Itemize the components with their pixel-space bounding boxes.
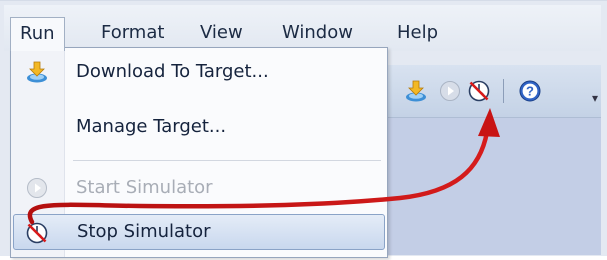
run-menu-dropdown: Download To Target... Manage Target... S… <box>10 47 388 258</box>
workspace-area <box>388 118 601 255</box>
menu-help-label: Help <box>397 22 439 43</box>
download-icon[interactable] <box>404 79 428 103</box>
menu-run-label: Run <box>20 23 55 44</box>
menu-help[interactable]: Help <box>397 18 438 48</box>
svg-text:?: ? <box>526 84 534 99</box>
download-icon <box>27 61 47 83</box>
help-icon[interactable]: ? <box>518 79 542 103</box>
menu-window[interactable]: Window <box>282 18 353 48</box>
application-window: Run Format View Window Help ? ▾ Download… <box>0 0 607 258</box>
menu-view[interactable]: View <box>200 18 243 48</box>
menu-format[interactable]: Format <box>101 18 164 48</box>
menu-bar: Run Format View Window Help <box>4 5 601 51</box>
menu-window-label: Window <box>282 22 353 43</box>
menu-format-label: Format <box>101 22 165 43</box>
menu-item-stop-simulator[interactable]: Stop Simulator <box>13 214 385 250</box>
menu-item-label: Stop Simulator <box>77 221 211 242</box>
menu-item-download-to-target[interactable]: Download To Target... <box>13 55 385 89</box>
toolbar-separator <box>503 79 504 103</box>
play-icon[interactable] <box>438 79 462 103</box>
menu-run[interactable]: Run <box>10 17 65 51</box>
menu-separator <box>73 160 381 161</box>
menu-item-label: Start Simulator <box>76 177 213 198</box>
stop-simulator-icon <box>26 222 48 244</box>
toolbar-overflow-icon[interactable]: ▾ <box>592 91 598 105</box>
stop-simulator-icon[interactable] <box>467 79 491 103</box>
menu-item-start-simulator[interactable]: Start Simulator <box>13 171 385 205</box>
menu-item-label: Manage Target... <box>76 116 227 137</box>
menu-view-label: View <box>200 22 243 43</box>
menu-item-label: Download To Target... <box>76 61 269 82</box>
menu-item-manage-target[interactable]: Manage Target... <box>13 110 385 144</box>
play-icon <box>27 178 47 198</box>
